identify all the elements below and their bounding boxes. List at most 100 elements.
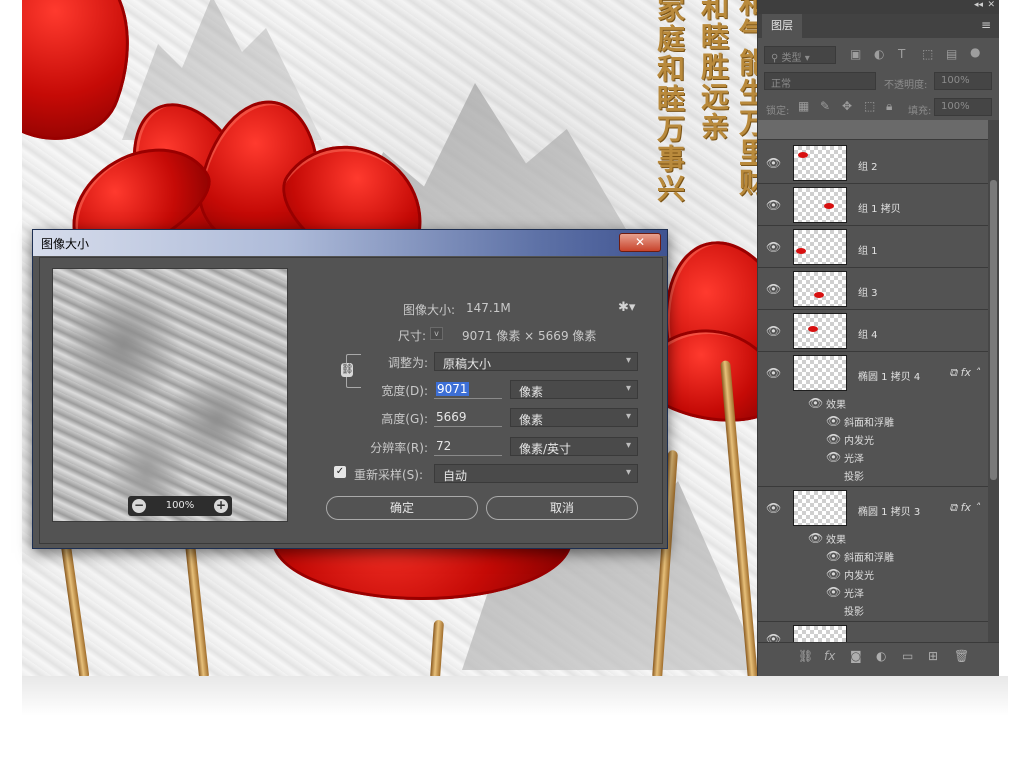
image-size-value: 147.1M [466,301,511,315]
eye-icon[interactable]: 👁︎ [766,198,781,212]
eye-icon[interactable]: 👁︎ [766,366,781,380]
ok-button[interactable]: 确定 [326,496,478,520]
resolution-input[interactable]: 72 [434,437,502,456]
zoom-in-icon[interactable]: + [214,499,228,513]
width-input[interactable]: 9071 [434,380,502,399]
gear-icon[interactable]: ✱▾ [618,300,635,315]
trash-icon[interactable]: 🗑︎ [954,649,969,663]
close-icon[interactable]: ✕ [987,0,995,10]
chevron-down-icon: ▾ [625,440,631,451]
smart-object-filter-icon[interactable]: ▤ [946,47,957,61]
eye-icon[interactable]: 👁︎ [766,501,781,515]
effect-item[interactable]: 投影 [758,466,988,484]
layer-row-partial[interactable] [758,120,988,140]
layer-thumbnail [793,187,847,223]
resolution-label: 分辨率(R): [370,441,428,455]
add-mask-icon[interactable]: ◙ [850,649,862,663]
opacity-field[interactable]: 100% [934,72,992,90]
fx-icon[interactable]: ⧉ fx ˄ [949,501,980,515]
filter-toggle-icon[interactable]: ● [970,45,980,59]
height-unit-select[interactable]: 像素 ▾ [510,408,638,427]
effect-item[interactable]: 👁︎ 光泽 [758,583,988,601]
resolution-unit-select[interactable]: 像素/英寸 ▾ [510,437,638,456]
dialog-titlebar[interactable]: 图像大小 ✕ [33,230,667,256]
eye-icon[interactable]: 👁︎ [766,282,781,296]
eye-icon[interactable]: 👁︎ [826,432,841,446]
tab-layers[interactable]: 图层 [762,14,802,38]
add-style-icon[interactable]: fx [824,649,835,663]
adjustment-layer-icon[interactable]: ◐ [876,649,886,663]
lock-all-icon[interactable]: 🔒︎ [886,99,892,114]
link-layers-icon[interactable]: ⛓ [798,649,813,663]
effect-item[interactable]: 👁︎ 内发光 [758,430,988,448]
resample-checkbox[interactable]: ✓ [334,466,346,478]
width-unit-select[interactable]: 像素 ▾ [510,380,638,399]
resample-label: 重新采样(S): [354,468,424,482]
panel-menu-icon[interactable]: ≡ [981,18,991,32]
shape-filter-icon[interactable]: ⬚ [922,47,933,61]
lock-transparency-icon[interactable]: ▦ [798,99,809,113]
cancel-button[interactable]: 取消 [486,496,638,520]
blend-mode-select[interactable]: 正常 [764,72,876,90]
adjustment-filter-icon[interactable]: ◐ [874,47,884,61]
layer-thumbnail [793,625,847,642]
eye-icon[interactable]: 👁︎ [826,585,841,599]
effects-group: 👁︎ 效果 [758,394,988,412]
height-input[interactable]: 5669 [434,408,502,427]
eye-icon[interactable]: 👁︎ [766,156,781,170]
eye-icon[interactable]: 👁︎ [766,240,781,254]
resample-value: 自动 [443,469,468,483]
eye-icon[interactable]: 👁︎ [766,632,781,642]
new-layer-icon[interactable]: ⊞ [928,649,938,663]
lotus-stem [60,539,90,676]
zoom-out-icon[interactable]: − [132,499,146,513]
lock-artboard-icon[interactable]: ⬚ [864,99,875,113]
layer-row[interactable]: 👁︎ 椭圆 1 拷贝 3 ⧉ fx ˄ 👁︎ 效果 👁︎ 斜面和浮雕 👁︎ 内发… [758,487,988,622]
layer-name: 椭圆 1 拷贝 4 [858,372,921,383]
effect-name: 投影 [844,607,864,618]
fx-icon[interactable]: ⧉ fx ˄ [949,366,980,380]
lock-position-icon[interactable]: ✥ [842,99,852,113]
close-button[interactable]: ✕ [619,233,661,252]
fill-field[interactable]: 100% [934,98,992,116]
dimensions-unit-dropdown[interactable]: v [430,327,443,340]
effect-item[interactable]: 👁︎ 光泽 [758,448,988,466]
layer-row[interactable]: 👁︎ 椭圆 1 拷贝 4 ⧉ fx ˄ 👁︎ 效果 👁︎ 斜面和浮雕 👁︎ 内发… [758,352,988,487]
folder-icon[interactable]: ▭ [902,649,913,663]
layer-row[interactable]: 👁︎ 组 4 [758,310,988,352]
type-filter-icon[interactable]: T [898,47,905,61]
eye-icon[interactable]: 👁︎ [826,414,841,428]
collapse-icon[interactable]: ◂◂ [974,0,983,10]
eye-icon[interactable]: 👁︎ [826,549,841,563]
effect-item[interactable]: 👁︎ 斜面和浮雕 [758,547,988,565]
link-icon[interactable]: ⛓ [341,363,354,377]
fit-to-select[interactable]: 原稿大小 ▾ [434,352,638,371]
width-unit: 像素 [519,385,544,399]
lock-pixels-icon[interactable]: ✎ [820,99,830,113]
eye-icon[interactable]: 👁︎ [766,324,781,338]
eye-icon[interactable]: 👁︎ [808,531,823,545]
dimensions-value: 9071 像素 × 5669 像素 [462,329,597,343]
layer-row[interactable]: 👁︎ 组 1 [758,226,988,268]
layer-row-partial[interactable]: 👁︎ [758,622,988,642]
image-preview[interactable]: − 100% + [52,268,288,522]
pixel-filter-icon[interactable]: ▣ [850,47,861,61]
layers-scrollbar[interactable] [988,120,999,642]
effect-item[interactable]: 👁︎ 内发光 [758,565,988,583]
width-label: 宽度(D): [381,384,428,398]
layer-row[interactable]: 👁︎ 组 1 拷贝 [758,184,988,226]
dimensions-label: 尺寸: [397,329,426,343]
eye-icon[interactable]: 👁︎ [826,450,841,464]
eye-icon[interactable]: 👁︎ [808,396,823,410]
layer-row[interactable]: 👁︎ 组 3 [758,268,988,310]
layers-panel: ◂◂ ✕ 图层 ≡ ⚲ 类型 ▾ ▣ ◐ T ⬚ ▤ ● 正常 不透明度: 10… [757,0,999,676]
height-value: 5669 [436,410,467,424]
kind-filter-select[interactable]: ⚲ 类型 ▾ [764,46,836,64]
scrollbar-thumb[interactable] [990,180,997,480]
effect-item[interactable]: 投影 [758,601,988,619]
resample-select[interactable]: 自动 ▾ [434,464,638,483]
effect-item[interactable]: 👁︎ 斜面和浮雕 [758,412,988,430]
effect-name: 斜面和浮雕 [844,553,894,564]
layer-row[interactable]: 👁︎ 组 2 [758,142,988,184]
eye-icon[interactable]: 👁︎ [826,567,841,581]
